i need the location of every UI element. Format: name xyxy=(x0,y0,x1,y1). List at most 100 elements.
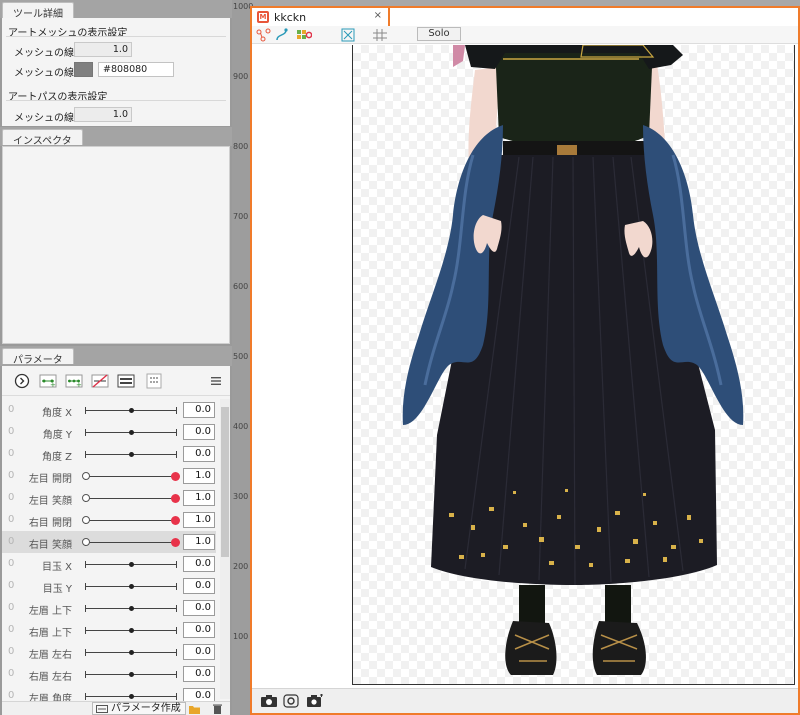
ruler-label: 600 xyxy=(233,282,249,291)
parameter-row[interactable]: 0 角度 X 0.0 xyxy=(2,399,216,421)
parameter-value-input[interactable]: 1.0 xyxy=(183,490,215,506)
camera-settings-icon[interactable] xyxy=(306,694,324,708)
parameter-row[interactable]: 0 左目 開閉 1.0 xyxy=(2,465,216,487)
camera-reset-icon[interactable] xyxy=(282,694,300,708)
slider-handle[interactable] xyxy=(129,650,134,655)
parameter-value-input[interactable]: 0.0 xyxy=(183,424,215,440)
parameter-row[interactable]: 0 左目 笑顔 1.0 xyxy=(2,487,216,509)
slider-max-tick xyxy=(176,407,177,414)
create-parameter-button[interactable]: パラメータ作成 xyxy=(92,702,186,715)
add-parameter-icon[interactable]: + xyxy=(38,372,57,390)
folder-icon[interactable] xyxy=(188,703,201,715)
slider-min-tick xyxy=(85,451,86,458)
slider-handle[interactable] xyxy=(129,408,134,413)
close-tab-button[interactable]: × xyxy=(374,10,382,21)
parameter-slider[interactable] xyxy=(85,649,177,656)
parameter-row[interactable]: 0 角度 Z 0.0 xyxy=(2,443,216,465)
parameter-slider[interactable] xyxy=(85,605,177,612)
deform-path-icon[interactable] xyxy=(256,28,272,42)
parameter-slider[interactable] xyxy=(85,627,177,634)
parameter-value-input[interactable]: 0.0 xyxy=(183,446,215,462)
parameter-slider[interactable] xyxy=(82,516,180,525)
parameter-value-input[interactable]: 0.0 xyxy=(183,556,215,572)
parameter-slider[interactable] xyxy=(85,583,177,590)
parameter-value-input[interactable]: 0.0 xyxy=(183,402,215,418)
vertical-ruler: 1000 900 800 700 600 500 400 300 200 100 xyxy=(232,0,253,715)
slider-handle[interactable] xyxy=(129,562,134,567)
menu-icon[interactable] xyxy=(206,372,225,390)
parameter-value-input[interactable]: 1.0 xyxy=(183,512,215,528)
parameter-row[interactable]: 0 右目 笑顔 1.0 xyxy=(2,531,216,553)
guide-grid-icon[interactable] xyxy=(372,28,388,42)
parameter-row[interactable]: 0 右目 開閉 1.0 xyxy=(2,509,216,531)
slider-handle[interactable] xyxy=(129,606,134,611)
mesh-color-input[interactable]: #808080 xyxy=(98,62,174,77)
parameter-row[interactable]: 0 左眉 左右 0.0 xyxy=(2,641,216,663)
tab-inspector[interactable]: インスペクタ xyxy=(2,129,83,147)
parameter-row[interactable]: 0 目玉 X 0.0 xyxy=(2,553,216,575)
tab-document[interactable]: M kkckn × xyxy=(250,6,390,26)
character-illustration xyxy=(402,45,744,675)
slider-handle[interactable] xyxy=(171,516,180,525)
parameter-value-input[interactable]: 1.0 xyxy=(183,468,215,484)
ruler-label: 400 xyxy=(233,422,249,431)
slider-handle[interactable] xyxy=(129,628,134,633)
slider-min-tick xyxy=(85,561,86,568)
slider-handle[interactable] xyxy=(129,672,134,677)
trash-icon[interactable] xyxy=(212,703,223,715)
group-icon[interactable] xyxy=(144,372,163,390)
zero-indicator: 0 xyxy=(8,580,15,591)
parameter-value-input[interactable]: 0.0 xyxy=(183,666,215,682)
parameter-slider[interactable] xyxy=(82,538,180,547)
delete-keys-icon[interactable] xyxy=(90,372,109,390)
parameter-slider[interactable] xyxy=(85,429,177,436)
camera-icon[interactable] xyxy=(260,694,278,708)
parameter-value-input[interactable]: 0.0 xyxy=(183,622,215,638)
slider-max-tick xyxy=(176,627,177,634)
fit-view-icon[interactable] xyxy=(340,28,356,42)
parameter-row[interactable]: 0 目玉 Y 0.0 xyxy=(2,575,216,597)
parameter-slider[interactable] xyxy=(85,693,177,700)
slider-handle[interactable] xyxy=(171,472,180,481)
parameter-slider[interactable] xyxy=(85,671,177,678)
ruler-label: 900 xyxy=(233,72,249,81)
mesh-width-input[interactable]: 1.0 xyxy=(74,42,132,57)
slider-handle[interactable] xyxy=(129,430,134,435)
tab-tool-details[interactable]: ツール詳細 xyxy=(2,2,74,20)
parameter-slider[interactable] xyxy=(85,561,177,568)
parameter-row[interactable]: 0 右眉 上下 0.0 xyxy=(2,619,216,641)
play-circle-icon[interactable] xyxy=(12,372,31,390)
slider-handle[interactable] xyxy=(171,494,180,503)
parameter-slider[interactable] xyxy=(85,451,177,458)
zero-indicator: 0 xyxy=(8,492,15,503)
connect-icon[interactable] xyxy=(274,28,290,42)
slider-max-tick xyxy=(176,605,177,612)
tab-parameters[interactable]: パラメータ xyxy=(2,348,74,366)
slider-default-marker xyxy=(82,516,90,524)
model-canvas[interactable] xyxy=(352,45,795,685)
parameter-panel-icon[interactable] xyxy=(116,372,135,390)
slider-handle[interactable] xyxy=(129,452,134,457)
parameter-value-input[interactable]: 0.0 xyxy=(183,600,215,616)
slider-handle[interactable] xyxy=(171,538,180,547)
path-width-input[interactable]: 1.0 xyxy=(74,107,132,122)
parameter-value-input[interactable]: 0.0 xyxy=(183,578,215,594)
parameter-slider[interactable] xyxy=(85,407,177,414)
solo-button[interactable]: Solo xyxy=(417,27,461,41)
parameter-slider[interactable] xyxy=(82,494,180,503)
mesh-color-swatch[interactable] xyxy=(74,62,93,77)
canvas-area[interactable] xyxy=(252,45,798,685)
slider-handle[interactable] xyxy=(129,694,134,699)
parameter-value-input[interactable]: 1.0 xyxy=(183,534,215,550)
scroll-thumb[interactable] xyxy=(221,407,229,557)
parameter-value-input[interactable]: 0.0 xyxy=(183,644,215,660)
grid-color-icon[interactable] xyxy=(296,28,312,42)
slider-handle[interactable] xyxy=(129,584,134,589)
parameter-slider[interactable] xyxy=(82,472,180,481)
add-keys-icon[interactable]: + xyxy=(64,372,83,390)
parameter-row[interactable]: 0 角度 Y 0.0 xyxy=(2,421,216,443)
parameter-scrollbar[interactable] xyxy=(220,399,230,699)
parameter-row[interactable]: 0 右眉 左右 0.0 xyxy=(2,663,216,685)
slider-min-tick xyxy=(85,407,86,414)
parameter-row[interactable]: 0 左眉 上下 0.0 xyxy=(2,597,216,619)
